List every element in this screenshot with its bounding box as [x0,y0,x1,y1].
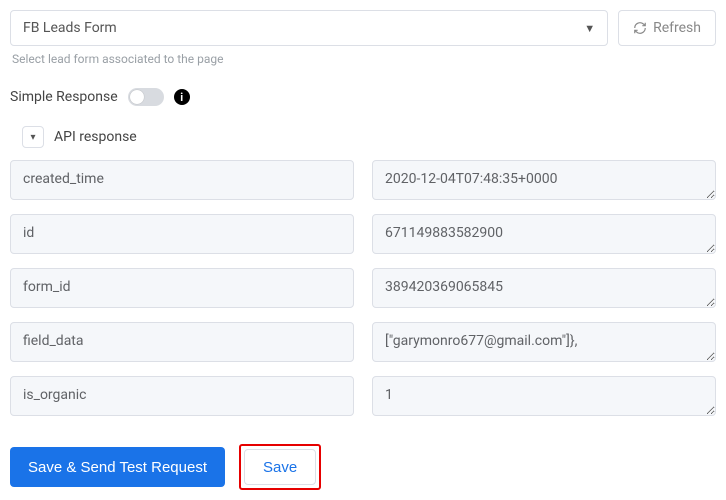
field-key[interactable] [10,322,354,362]
field-row [10,376,716,416]
api-response-fields [10,160,716,416]
field-value[interactable] [372,214,716,254]
field-row [10,268,716,308]
field-row [10,322,716,362]
simple-response-toggle[interactable] [128,88,164,106]
lead-form-dropdown-value: FB Leads Form [23,20,117,36]
refresh-icon [633,21,647,35]
caret-down-icon: ▼ [584,22,595,35]
field-value[interactable] [372,160,716,200]
lead-form-dropdown[interactable]: FB Leads Form ▼ [10,10,608,46]
field-key[interactable] [10,160,354,200]
toggle-knob [130,90,144,104]
refresh-button[interactable]: Refresh [618,10,716,46]
field-key[interactable] [10,376,354,416]
chevron-down-icon: ▾ [30,132,35,143]
collapse-button[interactable]: ▾ [22,126,44,148]
field-value[interactable] [372,268,716,308]
field-row [10,214,716,254]
save-send-test-button[interactable]: Save & Send Test Request [10,447,225,487]
info-icon[interactable]: i [174,89,190,105]
field-value[interactable] [372,376,716,416]
field-key[interactable] [10,214,354,254]
section-title: API response [54,129,137,145]
field-row [10,160,716,200]
refresh-label: Refresh [653,20,701,36]
field-key[interactable] [10,268,354,308]
field-value[interactable] [372,322,716,362]
save-button-highlight: Save [239,444,321,490]
helper-text: Select lead form associated to the page [12,52,714,66]
save-button[interactable]: Save [244,449,316,485]
simple-response-label: Simple Response [10,89,118,105]
